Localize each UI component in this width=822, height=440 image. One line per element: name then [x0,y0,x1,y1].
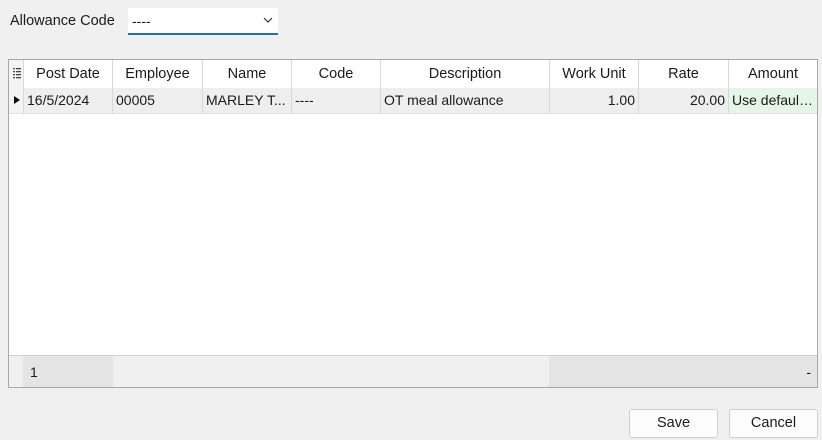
cell-rate[interactable]: 20.00 [639,88,729,113]
column-menu-icon [13,68,21,79]
footer-spacer [113,356,550,387]
header-description[interactable]: Description [381,60,550,88]
footer-work-unit-total [550,356,639,387]
header-name[interactable]: Name [203,60,292,88]
cell-employee[interactable]: 00005 [113,88,203,113]
header-amount[interactable]: Amount [729,60,817,88]
cancel-button[interactable]: Cancel [729,409,818,438]
header-rate[interactable]: Rate [639,60,729,88]
header-employee[interactable]: Employee [113,60,203,88]
cell-amount[interactable]: Use default... [729,88,817,113]
footer-amount-total: - [729,356,817,387]
cell-code[interactable]: ---- [292,88,381,113]
grid-footer: 1 - [9,355,817,387]
cell-name[interactable]: MARLEY T... [203,88,292,113]
allowance-code-label: Allowance Code [10,13,115,29]
chevron-down-icon [263,17,273,23]
cell-post-date[interactable]: 16/5/2024 [24,88,113,113]
row-indicator [9,88,24,113]
table-row[interactable]: 16/5/2024 00005 MARLEY T... ---- OT meal… [9,88,817,114]
allowance-code-dropdown[interactable]: ---- [128,8,278,35]
header-code[interactable]: Code [292,60,381,88]
footer-indicator [9,356,24,387]
header-work-unit[interactable]: Work Unit [550,60,639,88]
column-chooser[interactable] [9,60,24,88]
footer-row-count: 1 [24,356,113,387]
allowance-code-value: ---- [132,13,151,29]
grid-header: Post Date Employee Name Code Description… [9,60,817,89]
cell-description[interactable]: OT meal allowance [381,88,550,113]
header-post-date[interactable]: Post Date [24,60,113,88]
current-row-arrow-icon [14,96,20,104]
allowance-dialog: Allowance Code ---- Post Date Employee N… [0,0,822,440]
save-button[interactable]: Save [629,409,718,438]
footer-rate-total [639,356,729,387]
allowance-grid: Post Date Employee Name Code Description… [8,59,818,388]
cell-work-unit[interactable]: 1.00 [550,88,639,113]
